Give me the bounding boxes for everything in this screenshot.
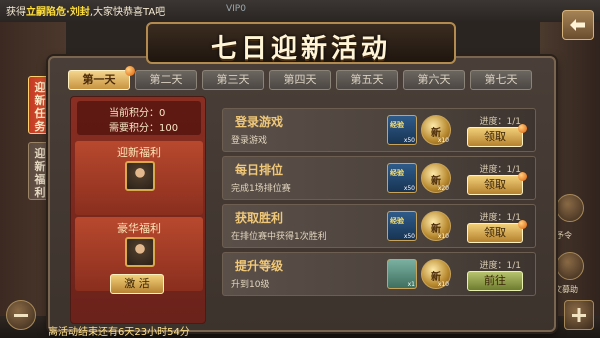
item-count: x1 bbox=[407, 281, 415, 288]
task-title: 登录游戏 bbox=[235, 115, 284, 129]
claim-button[interactable]: 领取 bbox=[467, 124, 527, 147]
ticker-text: 获得 bbox=[6, 7, 26, 18]
exp-item-icon[interactable]: 经验 x50 bbox=[387, 163, 417, 193]
score-box: 当前积分：0 需要积分：100 bbox=[77, 101, 201, 135]
button-label: 领取 bbox=[484, 226, 506, 239]
tab-day-6[interactable]: 第六天 bbox=[403, 70, 465, 90]
button-label: 领取 bbox=[484, 130, 506, 143]
tab-day-1[interactable]: 第一天 bbox=[68, 66, 135, 90]
item-count: x10 bbox=[437, 233, 449, 240]
coin-item-icon[interactable]: 新 x10 bbox=[421, 115, 451, 145]
welcome-reward-title: 迎新福利 bbox=[117, 146, 161, 159]
coin-item-icon[interactable]: 新 x10 bbox=[421, 259, 451, 289]
broadcast-ticker: 获得立嗣陷危·刘封,大家快恭喜TA吧 bbox=[6, 3, 165, 18]
vip-badge: VIP0 bbox=[226, 4, 246, 14]
right-menu-icon[interactable] bbox=[556, 194, 584, 222]
title-banner: 七日迎新活动 bbox=[146, 22, 456, 64]
claim-button[interactable]: 领取 bbox=[467, 172, 527, 195]
item-label: 经验 bbox=[390, 217, 404, 225]
goto-button[interactable]: 前往 bbox=[467, 271, 523, 291]
task-progress: 进度：1/1 bbox=[479, 261, 522, 271]
task-desc: 升到10级 bbox=[231, 280, 270, 290]
required-points: 需要积分：100 bbox=[109, 123, 179, 134]
item-count: x50 bbox=[403, 233, 415, 240]
task-desc: 登录游戏 bbox=[231, 136, 268, 146]
side-tab-label: 迎新福利 bbox=[34, 147, 46, 199]
task-progress: 进度：1/1 bbox=[479, 165, 522, 175]
day-tabs: 第一天 第二天 第三天 第四天 第五天 第六天 第七天 bbox=[68, 66, 532, 90]
coin-item-icon[interactable]: 新 x10 bbox=[421, 211, 451, 241]
task-progress: 进度：1/1 bbox=[479, 213, 522, 223]
tab-day-2[interactable]: 第二天 bbox=[135, 70, 197, 90]
event-countdown: 离活动结束还有6天23小时54分 bbox=[48, 327, 190, 338]
item-count: x20 bbox=[437, 185, 449, 192]
task-progress: 进度：1/1 bbox=[479, 117, 522, 127]
tab-day-3[interactable]: 第三天 bbox=[202, 70, 264, 90]
tab-day-5[interactable]: 第五天 bbox=[336, 70, 398, 90]
item-count: x10 bbox=[437, 137, 449, 144]
tab-label: 第一天 bbox=[82, 73, 116, 86]
ticker-highlight-title: 立嗣陷危 bbox=[26, 7, 66, 18]
minus-icon[interactable] bbox=[6, 300, 36, 330]
exp-item-icon[interactable]: 经验 x50 bbox=[387, 211, 417, 241]
card-item-icon[interactable]: x1 bbox=[387, 259, 417, 289]
general-portrait[interactable] bbox=[125, 237, 155, 267]
plus-icon[interactable] bbox=[564, 300, 594, 330]
notification-dot bbox=[518, 172, 527, 181]
general-portrait[interactable] bbox=[125, 161, 155, 191]
side-tab-label: 迎新任务 bbox=[34, 81, 46, 133]
item-count: x50 bbox=[403, 137, 415, 144]
notification-dot bbox=[518, 124, 527, 133]
activate-button[interactable]: 激 活 bbox=[110, 274, 164, 294]
task-desc: 完成1场排位赛 bbox=[231, 184, 291, 194]
item-label: 经验 bbox=[390, 169, 404, 177]
exp-item-icon[interactable]: 经验 x50 bbox=[387, 115, 417, 145]
task-row: 每日排位 完成1场排位赛 经验 x50 新 x20 进度：1/1 领取 bbox=[222, 156, 536, 200]
notification-dot bbox=[518, 220, 527, 229]
task-row: 登录游戏 登录游戏 经验 x50 新 x10 进度：1/1 领取 bbox=[222, 108, 536, 152]
close-button[interactable] bbox=[562, 10, 594, 40]
task-row: 提升等级 升到10级 x1 新 x10 进度：1/1 前往 bbox=[222, 252, 536, 296]
task-title: 每日排位 bbox=[235, 163, 284, 177]
claim-button[interactable]: 领取 bbox=[467, 220, 527, 243]
item-label: 经验 bbox=[390, 121, 404, 129]
back-arrow-icon bbox=[570, 19, 585, 31]
task-title: 获取胜利 bbox=[235, 211, 284, 225]
button-label: 领取 bbox=[484, 178, 506, 191]
page-title: 七日迎新活动 bbox=[210, 34, 391, 64]
item-count: x10 bbox=[437, 281, 449, 288]
ticker-highlight-name: 刘封 bbox=[69, 7, 90, 18]
task-desc: 在排位赛中获得1次胜利 bbox=[231, 232, 327, 242]
right-menu-icon-2[interactable] bbox=[556, 252, 584, 280]
item-count: x50 bbox=[403, 185, 415, 192]
coin-item-icon[interactable]: 新 x20 bbox=[421, 163, 451, 193]
welcome-reward-section: 迎新福利 bbox=[75, 141, 203, 215]
notification-dot bbox=[125, 66, 135, 76]
deluxe-reward-title: 豪华福利 bbox=[117, 222, 161, 235]
top-ticker-bar: 获得立嗣陷危·刘封,大家快恭喜TA吧 VIP0 bbox=[0, 0, 600, 22]
task-title: 提升等级 bbox=[235, 259, 284, 273]
current-points: 当前积分：0 bbox=[109, 108, 166, 119]
tab-day-7[interactable]: 第七天 bbox=[470, 70, 532, 90]
ticker-text-tail: ,大家快恭喜TA吧 bbox=[89, 7, 166, 18]
task-row: 获取胜利 在排位赛中获得1次胜利 经验 x50 新 x10 进度：1/1 领取 bbox=[222, 204, 536, 248]
tab-day-4[interactable]: 第四天 bbox=[269, 70, 331, 90]
